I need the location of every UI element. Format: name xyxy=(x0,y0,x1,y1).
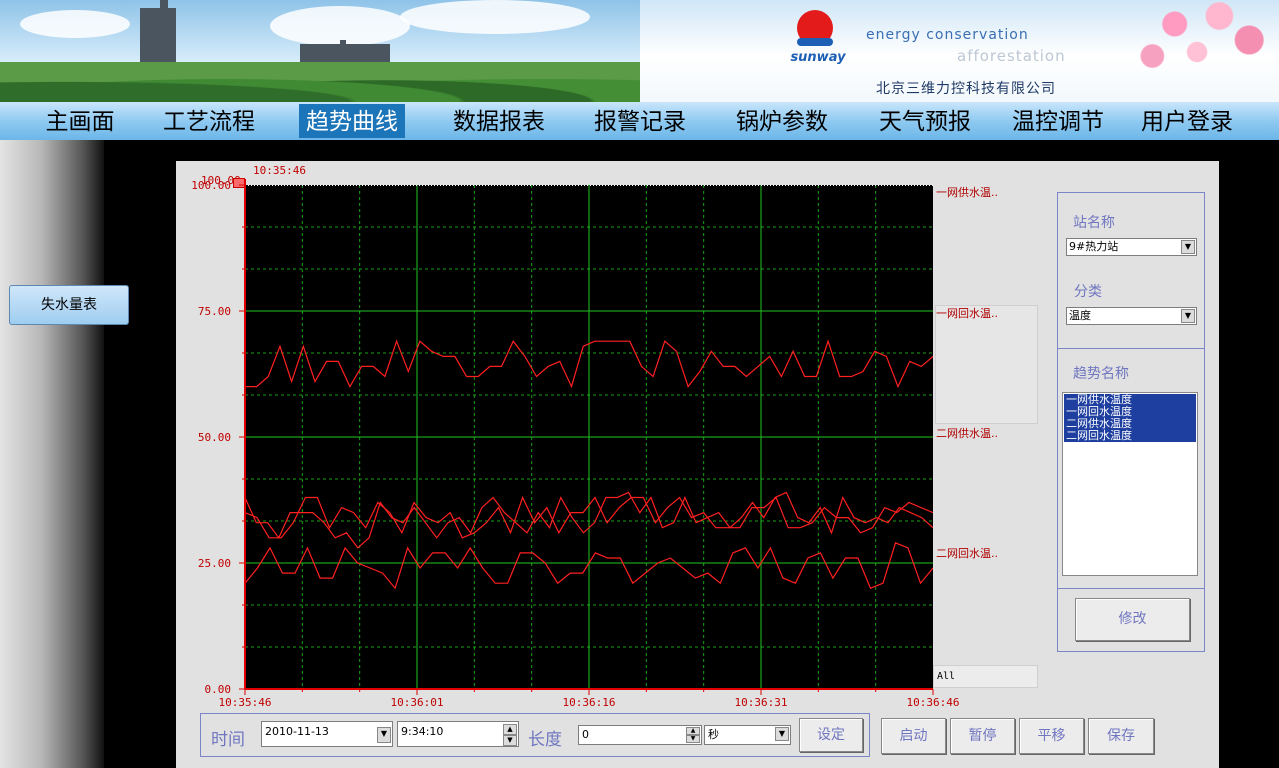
chevron-down-icon[interactable]: ▼ xyxy=(377,727,391,743)
nav-item-main[interactable]: 主画面 xyxy=(36,104,124,138)
modify-button[interactable]: 修改 xyxy=(1075,598,1190,641)
trend-name-list[interactable]: 一网供水温度 一网回水温度 二网供水温度 二网回水温度 xyxy=(1062,392,1198,576)
y-tick-label: 75.00 xyxy=(198,305,231,318)
trend-list-item[interactable]: 二网回水温度 xyxy=(1064,430,1196,442)
unit-select[interactable]: 秒 ▼ xyxy=(704,725,791,745)
slogan-line2: afforestation xyxy=(957,47,1066,65)
nav-item-boiler[interactable]: 锅炉参数 xyxy=(729,104,835,138)
legend-box xyxy=(935,305,1038,424)
time-spinner[interactable]: 9:34:10 ▲ ▼ xyxy=(397,721,519,747)
category-label: 分类 xyxy=(1074,284,1102,300)
date-value: 2010-11-13 xyxy=(265,725,329,738)
pause-button[interactable]: 暂停 xyxy=(950,718,1015,754)
spin-down-icon[interactable]: ▼ xyxy=(503,735,517,746)
chevron-down-icon[interactable]: ▼ xyxy=(775,727,789,741)
slogan-line1: energy conservation xyxy=(866,27,1029,43)
x-tick-label: 10:36:01 xyxy=(391,696,444,709)
date-picker[interactable]: 2010-11-13 ▼ xyxy=(261,721,393,747)
trend-name-label: 趋势名称 xyxy=(1073,366,1129,382)
start-button[interactable]: 启动 xyxy=(881,718,946,754)
nav-item-login[interactable]: 用户登录 xyxy=(1134,104,1240,138)
category-select[interactable]: 温度 ▼ xyxy=(1066,307,1197,325)
spin-up-icon[interactable]: ▲ xyxy=(503,724,517,735)
left-sidebar xyxy=(0,140,104,768)
water-loss-table-button[interactable]: 失水量表 xyxy=(9,285,129,325)
cloud-decor xyxy=(20,10,130,38)
station-label: 站名称 xyxy=(1073,215,1115,231)
station-select[interactable]: 9#热力站 ▼ xyxy=(1066,238,1197,256)
series-label: 一网回水温.. xyxy=(936,307,998,320)
cloud-decor xyxy=(400,0,590,34)
x-tick-label: 10:35:46 xyxy=(219,696,272,709)
time-value: 9:34:10 xyxy=(401,725,444,738)
chevron-down-icon[interactable]: ▼ xyxy=(1181,309,1195,323)
nav-item-temp-control[interactable]: 温控调节 xyxy=(1005,104,1111,138)
company-name: 北京三维力控科技有限公司 xyxy=(876,81,1056,97)
y-tick-label: 0.00 xyxy=(205,683,232,696)
save-button[interactable]: 保存 xyxy=(1088,718,1154,754)
nav-item-alarm[interactable]: 报警记录 xyxy=(587,104,693,138)
series-label: 一网供水温.. xyxy=(936,186,998,199)
trend-axis-svg: 100.00 75.00 50.00 25.00 0.0010:35:46 10:36:0… xyxy=(191,179,960,709)
length-value: 0 xyxy=(582,728,589,741)
logo-text: sunway xyxy=(790,50,846,65)
nav-item-process[interactable]: 工艺流程 xyxy=(156,104,262,138)
divider xyxy=(1058,348,1204,349)
y-tick-label: 50.00 xyxy=(198,431,231,444)
nav-item-trend[interactable]: 趋势曲线 xyxy=(299,104,405,138)
header-banner: sunway energy conservation afforestation… xyxy=(0,0,1279,102)
plant-tower-icon xyxy=(140,8,176,68)
series-label: 二网回水温.. xyxy=(936,547,998,560)
series-label: 二网供水温.. xyxy=(936,427,998,440)
x-tick-label: 10:36:16 xyxy=(563,696,616,709)
trees-decor xyxy=(0,62,640,102)
x-tick-label: 10:36:31 xyxy=(735,696,788,709)
time-label: 时间 xyxy=(211,730,245,750)
divider xyxy=(1058,588,1204,589)
y-tick-label: 25.00 xyxy=(198,557,231,570)
y-tick-label: 100.00 xyxy=(191,179,231,192)
set-button[interactable]: 设定 xyxy=(799,718,863,752)
spin-up-icon[interactable]: ▲ xyxy=(686,727,700,735)
flowers-decor xyxy=(1130,0,1279,80)
length-spinner[interactable]: 0 ▲ ▼ xyxy=(578,725,702,745)
chimney-icon xyxy=(160,0,168,20)
pan-button[interactable]: 平移 xyxy=(1019,718,1084,754)
spin-down-icon[interactable]: ▼ xyxy=(686,735,700,743)
length-label: 长度 xyxy=(528,730,562,750)
nav-item-report[interactable]: 数据报表 xyxy=(446,104,552,138)
legend-all-box[interactable]: All xyxy=(933,665,1038,688)
station-value: 9#热力站 xyxy=(1069,240,1119,253)
wave-logo-icon xyxy=(797,38,833,46)
unit-value: 秒 xyxy=(708,728,719,741)
chevron-down-icon[interactable]: ▼ xyxy=(1181,240,1195,254)
category-value: 温度 xyxy=(1069,309,1091,322)
nav-item-weather[interactable]: 天气预报 xyxy=(872,104,978,138)
chimney-icon xyxy=(340,40,346,60)
x-tick-label: 10:36:46 xyxy=(907,696,960,709)
